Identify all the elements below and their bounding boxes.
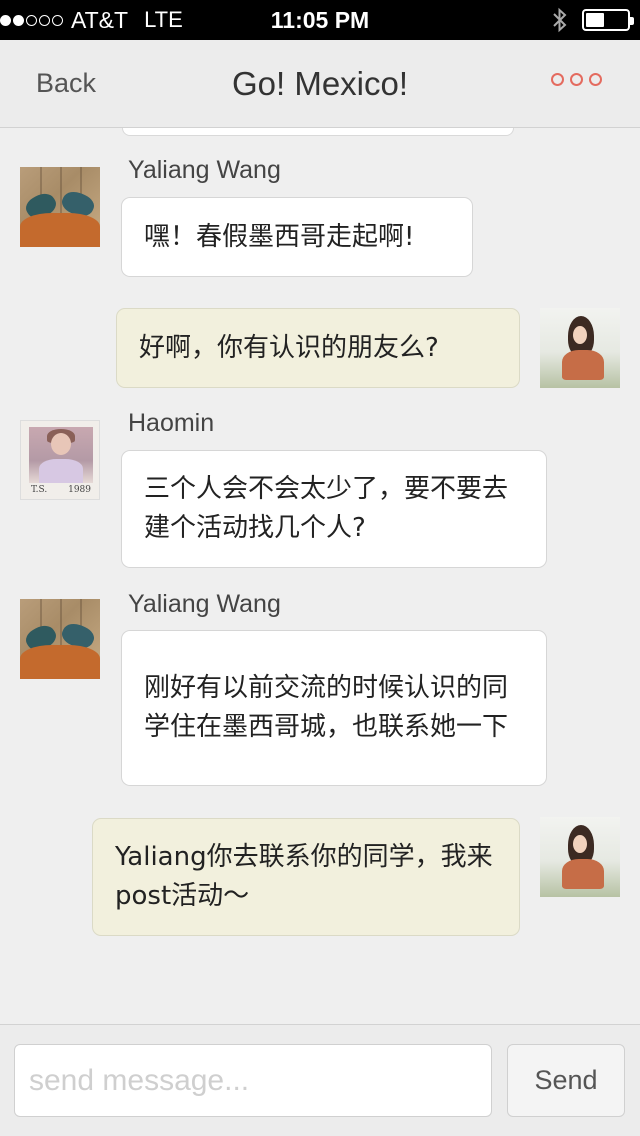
sender-avatar-yaliang[interactable] [20, 599, 100, 679]
status-right [552, 0, 634, 40]
sender-avatar-yaliang[interactable] [20, 167, 100, 247]
chat-area[interactable]: Yaliang Wang 嘿！春假墨西哥走起啊! 好啊，你有认识的朋友么? T.… [0, 128, 640, 1024]
more-options-icon[interactable] [551, 73, 602, 86]
message-bubble: 三个人会不会太少了，要不要去建个活动找几个人? [121, 450, 547, 568]
back-button[interactable]: Back [36, 40, 96, 128]
message-text: Yaliang你去联系你的同学，我来post活动～ [115, 842, 493, 911]
message-text: 嘿！春假墨西哥走起啊! [144, 221, 415, 252]
message-text: 刚好有以前交流的时候认识的同学住在墨西哥城，也联系她一下 [144, 673, 509, 742]
my-avatar[interactable] [540, 308, 620, 388]
message-bubble-outgoing: 好啊，你有认识的朋友么? [116, 308, 520, 388]
send-button[interactable]: Send [507, 1044, 625, 1117]
album-caption-right: 1989 [68, 485, 91, 495]
sender-name: Haomin [128, 409, 215, 437]
message-composer: Send [0, 1024, 640, 1136]
sender-name: Yaliang Wang [128, 590, 281, 618]
status-time: 11:05 PM [270, 7, 370, 33]
battery-level [586, 13, 604, 27]
message-bubble: 刚好有以前交流的时候认识的同学住在墨西哥城，也联系她一下 [121, 630, 547, 786]
message-text: 三个人会不会太少了，要不要去建个活动找几个人? [144, 474, 509, 543]
album-caption-left: T.S. [31, 485, 48, 495]
status-bar: AT&T LTE 11:05 PM [0, 0, 640, 40]
battery-icon [582, 9, 634, 31]
my-avatar[interactable] [540, 817, 620, 897]
sender-name: Yaliang Wang [128, 156, 281, 184]
nav-bar: Back Go! Mexico! [0, 40, 640, 128]
previous-message-bubble [122, 128, 514, 136]
sender-avatar-haomin[interactable]: T.S. 1989 [20, 420, 100, 500]
bluetooth-icon [552, 7, 568, 33]
message-bubble: 嘿！春假墨西哥走起啊! [121, 197, 473, 277]
message-input[interactable] [14, 1044, 492, 1117]
message-bubble-outgoing: Yaliang你去联系你的同学，我来post活动～ [92, 818, 520, 936]
message-text: 好啊，你有认识的朋友么? [139, 332, 439, 363]
